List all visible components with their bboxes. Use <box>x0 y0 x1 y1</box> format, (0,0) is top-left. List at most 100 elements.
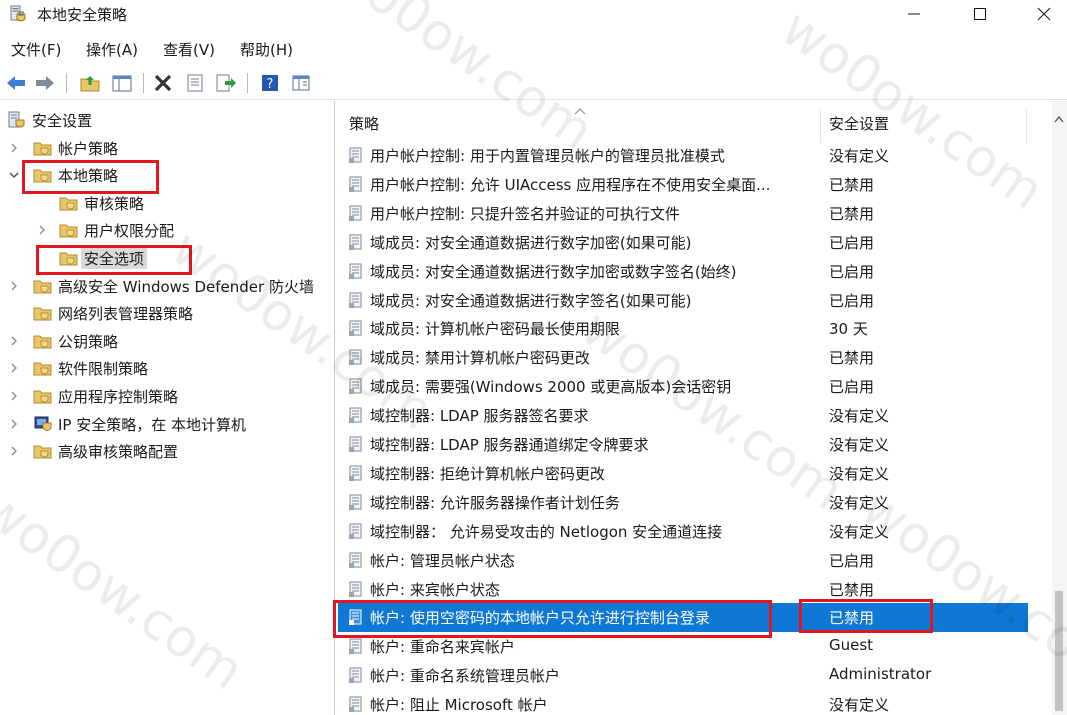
chevron-right-icon[interactable] <box>8 334 20 348</box>
table-row[interactable]: 域成员: 对安全通道数据进行数字签名(如果可能) 已启用 <box>338 286 1028 315</box>
table-row[interactable]: 帐户: 重命名系统管理员帐户 Administrator <box>338 661 1028 690</box>
folder-icon <box>33 445 52 459</box>
security-setting-value: 已禁用 <box>829 175 875 194</box>
policy-icon <box>349 465 362 481</box>
security-setting-value: Administrator <box>829 665 932 684</box>
delete-button[interactable] <box>151 71 175 95</box>
close-button[interactable] <box>1021 0 1067 28</box>
chevron-right-icon[interactable] <box>8 141 20 155</box>
up-level-button[interactable] <box>78 71 102 95</box>
security-setting-value: 已启用 <box>829 233 875 252</box>
table-row[interactable]: 域成员: 对安全通道数据进行数字加密或数字签名(始终) 已启用 <box>338 257 1028 286</box>
tree-item[interactable]: IP 安全策略，在 本地计算机 <box>0 411 334 438</box>
chevron-down-icon[interactable] <box>8 168 20 182</box>
chevron-right-icon[interactable] <box>8 444 20 458</box>
folder-icon <box>59 197 78 211</box>
tree-item[interactable]: 应用程序控制策略 <box>0 383 334 410</box>
scroll-up-icon[interactable] <box>1054 115 1064 123</box>
security-setting-value: 没有定义 <box>829 696 890 715</box>
tree-item-label: 用户权限分配 <box>84 222 175 241</box>
folder-icon <box>33 335 52 349</box>
properties-button[interactable] <box>183 71 207 95</box>
policy-icon <box>349 407 362 424</box>
tree-item-label: 审核策略 <box>84 194 145 213</box>
table-row[interactable]: 域控制器: 拒绝计算机帐户密码更改 没有定义 <box>338 459 1028 488</box>
policy-name: 域成员: 对安全通道数据进行数字加密(如果可能) <box>370 233 692 252</box>
policy-name: 帐户: 重命名来宾帐户 <box>370 638 515 657</box>
highlight-box-selected-policy <box>333 600 772 638</box>
menu-action[interactable]: 操作(A) <box>86 39 138 60</box>
menu-bar: 文件(F) 操作(A) 查看(V) 帮助(H) <box>0 36 1067 62</box>
table-row[interactable]: 用户帐户控制: 只提升签名并验证的可执行文件 已禁用 <box>338 199 1028 228</box>
menu-file[interactable]: 文件(F) <box>11 39 61 60</box>
tree-item-label: 高级审核策略配置 <box>58 443 179 462</box>
policy-name: 帐户: 重命名系统管理员帐户 <box>370 667 560 686</box>
table-row[interactable]: 域控制器: LDAP 服务器通道绑定令牌要求 没有定义 <box>338 430 1028 459</box>
help-icon: ? <box>262 75 278 92</box>
console-button[interactable] <box>289 71 313 95</box>
security-setting-value: 没有定义 <box>829 147 890 165</box>
minimize-icon <box>908 13 920 15</box>
chevron-right-icon[interactable] <box>36 223 48 237</box>
tree-item[interactable]: 软件限制策略 <box>0 355 334 382</box>
policy-name: 域成员: 对安全通道数据进行数字加密或数字签名(始终) <box>370 262 737 281</box>
policy-name: 用户帐户控制: 只提升签名并验证的可执行文件 <box>370 204 680 223</box>
folder-icon <box>33 142 52 156</box>
security-setting-value: 已禁用 <box>829 349 875 368</box>
show-hide-tree-icon <box>112 75 132 92</box>
security-setting-value: 已禁用 <box>829 580 875 599</box>
tree-item-label: 帐户策略 <box>58 139 119 158</box>
policy-name: 帐户: 阻止 Microsoft 帐户 <box>370 696 548 715</box>
minimize-button[interactable] <box>891 0 937 28</box>
tree-item[interactable]: 高级审核策略配置 <box>0 438 334 465</box>
policy-icon <box>349 494 362 510</box>
tree-item-label: 网络列表管理器策略 <box>58 305 194 324</box>
security-setting-value: 已启用 <box>829 291 875 310</box>
delete-x-icon <box>154 74 172 92</box>
chevron-right-icon[interactable] <box>8 279 20 293</box>
security-setting-value: 30 天 <box>829 320 868 339</box>
export-list-button[interactable] <box>214 71 238 95</box>
policy-icon <box>349 696 362 713</box>
security-settings-icon <box>8 111 25 128</box>
help-button[interactable]: ? <box>258 71 282 95</box>
show-hide-tree-button[interactable] <box>110 71 134 95</box>
table-row[interactable]: 域成员: 对安全通道数据进行数字加密(如果可能) 已启用 <box>338 228 1028 257</box>
folder-icon <box>33 307 52 321</box>
local-security-policy-icon <box>10 5 26 22</box>
menu-view[interactable]: 查看(V) <box>163 39 215 60</box>
table-row[interactable]: 域成员: 计算机帐户密码最长使用期限 30 天 <box>338 314 1028 343</box>
tree-item[interactable]: 安全设置 <box>0 107 334 134</box>
forward-arrow-icon <box>36 76 54 90</box>
folder-icon <box>33 280 52 294</box>
folder-icon <box>59 224 78 238</box>
tree-item-label: 安全设置 <box>32 112 93 130</box>
maximize-button[interactable] <box>957 0 1003 28</box>
tree-item[interactable]: 用户权限分配 <box>0 217 334 244</box>
highlight-box-selected-setting <box>799 599 933 633</box>
folder-icon <box>33 390 52 404</box>
security-setting-value: 没有定义 <box>829 436 890 454</box>
back-arrow-icon <box>7 76 25 90</box>
policy-name: 用户帐户控制: 用于内置管理员帐户的管理员批准模式 <box>370 147 725 165</box>
tree-item[interactable]: 帐户策略 <box>0 135 334 162</box>
security-setting-value: Guest <box>829 636 874 655</box>
menu-help[interactable]: 帮助(H) <box>240 39 293 60</box>
policy-name: 域成员: 对安全通道数据进行数字签名(如果可能) <box>370 291 692 310</box>
policy-icon <box>349 176 362 192</box>
tree-item-label: IP 安全策略，在 本地计算机 <box>58 415 247 434</box>
chevron-right-icon[interactable] <box>8 417 20 431</box>
chevron-right-icon[interactable] <box>8 361 20 375</box>
table-row[interactable]: 帐户: 阻止 Microsoft 帐户 没有定义 <box>338 690 1028 715</box>
table-row[interactable]: 用户帐户控制: 允许 UIAccess 应用程序在不使用安全桌面... 已禁用 <box>338 170 1028 199</box>
policy-name: 帐户: 管理员帐户状态 <box>370 551 515 570</box>
policy-icon <box>349 667 362 684</box>
forward-button[interactable] <box>33 71 57 95</box>
tree-item-label: 公钥策略 <box>58 332 119 351</box>
back-button[interactable] <box>4 71 28 95</box>
highlight-box-local-policy <box>22 160 159 194</box>
policy-name: 域控制器: 允许服务器操作者计划任务 <box>370 493 620 512</box>
policy-name: 帐户: 来宾帐户状态 <box>370 580 500 599</box>
chevron-right-icon[interactable] <box>8 389 20 403</box>
policy-icon <box>349 292 362 308</box>
